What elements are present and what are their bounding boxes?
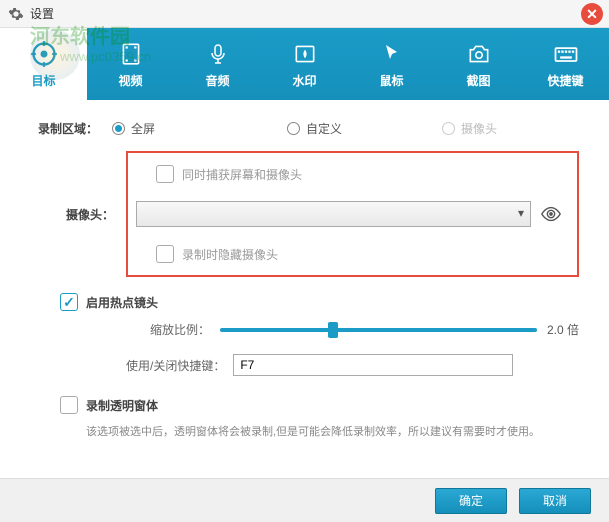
settings-icon [8, 6, 24, 22]
checkbox-hide-camera[interactable] [156, 245, 174, 263]
tab-bar: 目标 视频 音频 水印 鼠标 截图 快捷键 [0, 28, 609, 100]
hotkey-label: 使用/关闭快捷键： [126, 357, 225, 374]
close-icon: ✕ [586, 6, 598, 23]
radio-fullscreen[interactable]: 全屏 [112, 120, 287, 137]
zoom-label: 缩放比例： [150, 321, 210, 338]
checkbox-capture-both[interactable] [156, 165, 174, 183]
radio-camera: 摄像头 [442, 120, 497, 137]
camera-icon [465, 40, 493, 68]
camera-label: 摄像头： [46, 206, 128, 223]
slider-thumb[interactable] [328, 322, 338, 338]
watermark-icon [291, 40, 319, 68]
ok-button[interactable]: 确定 [435, 488, 507, 514]
microphone-icon [204, 40, 232, 68]
tab-audio[interactable]: 音频 [174, 28, 261, 100]
tab-watermark[interactable]: 水印 [261, 28, 348, 100]
tab-video[interactable]: 视频 [87, 28, 174, 100]
tab-mouse[interactable]: 鼠标 [348, 28, 435, 100]
titlebar: 设置 ✕ [0, 0, 609, 28]
checkbox-transparent[interactable] [60, 396, 78, 414]
cancel-button[interactable]: 取消 [519, 488, 591, 514]
tab-hotkey[interactable]: 快捷键 [522, 28, 609, 100]
radio-custom[interactable]: 自定义 [287, 120, 442, 137]
hotkey-input[interactable] [233, 354, 513, 376]
cursor-icon [378, 40, 406, 68]
keyboard-icon [552, 40, 580, 68]
zoom-value: 2.0 倍 [547, 321, 579, 338]
camera-select[interactable] [136, 201, 531, 227]
close-button[interactable]: ✕ [581, 3, 603, 25]
tab-target[interactable]: 目标 [0, 28, 87, 100]
checkbox-hotspot[interactable] [60, 293, 78, 311]
transparent-description: 该选项被选中后，透明窗体将会被录制,但是可能会降低录制效率，所以建议有需要时才使… [86, 424, 579, 441]
target-icon [30, 40, 58, 68]
video-icon [117, 40, 145, 68]
content-panel: 录制区域： 全屏 自定义 摄像头 同时捕获屏幕和摄像头 摄像头： 录制时隐藏摄像… [0, 100, 609, 501]
tab-screenshot[interactable]: 截图 [435, 28, 522, 100]
highlight-box: 同时捕获屏幕和摄像头 摄像头： 录制时隐藏摄像头 [126, 151, 579, 277]
preview-eye-icon[interactable] [539, 202, 563, 226]
record-area-label: 录制区域： [30, 120, 112, 137]
footer: 确定 取消 [0, 478, 609, 522]
zoom-slider[interactable] [220, 328, 537, 332]
window-title: 设置 [30, 5, 54, 22]
